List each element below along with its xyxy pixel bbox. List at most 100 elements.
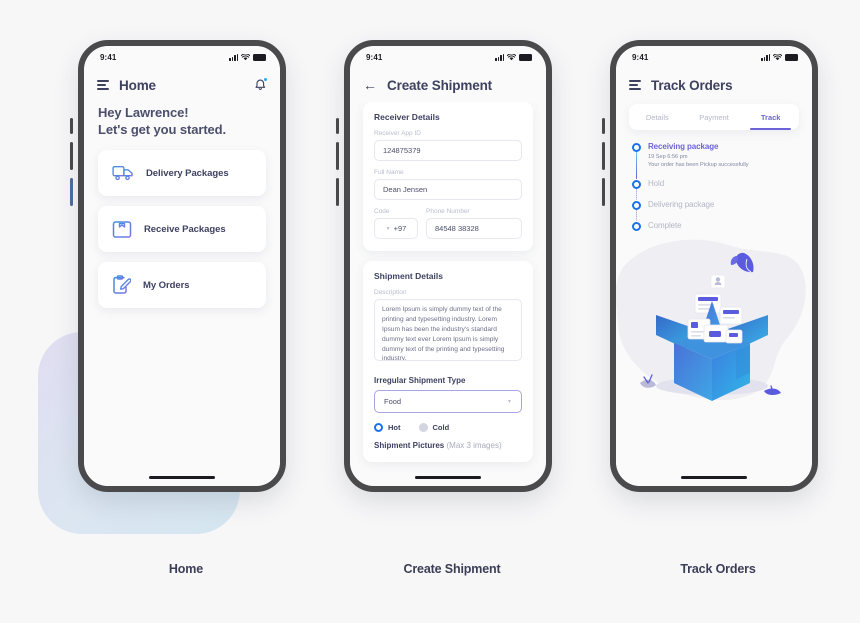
receiver-app-id-input[interactable] <box>374 140 522 161</box>
phone-side-button-mute <box>602 118 605 134</box>
back-arrow-icon[interactable]: ← <box>363 78 377 92</box>
create-shipment-form: Receiver Details Receiver App ID Full Na… <box>350 102 546 486</box>
app-header-create-shipment: ← Create Shipment <box>350 68 546 102</box>
timeline-step-icon <box>632 179 641 189</box>
battery-icon <box>519 53 532 61</box>
notification-badge <box>263 77 268 82</box>
tab-payment[interactable]: Payment <box>686 104 743 130</box>
clipboard-edit-icon <box>113 275 131 295</box>
home-indicator <box>681 476 747 479</box>
shipment-type-select[interactable]: Food ▼ <box>374 390 522 413</box>
signal-bars-icon <box>761 53 770 61</box>
full-name-input[interactable] <box>374 179 522 200</box>
page-title: Create Shipment <box>387 77 493 93</box>
greeting-block: Hey Lawrence! Let's get you started. <box>84 102 280 138</box>
chevron-down-icon: ▼ <box>385 225 391 232</box>
shipment-pictures-label: Shipment Pictures (Max 3 images) <box>374 441 522 450</box>
tab-details[interactable]: Details <box>629 104 686 130</box>
open-package-box-illustration <box>616 231 812 486</box>
phone-side-button-volume-down <box>70 178 73 206</box>
status-bar: 9:41 <box>616 46 812 68</box>
menu-card-label: Receive Packages <box>144 223 226 235</box>
wifi-icon <box>241 53 250 60</box>
menu-card-delivery-packages[interactable]: Delivery Packages <box>98 150 266 197</box>
radio-label-cold: Cold <box>432 423 450 432</box>
chevron-down-icon: ▼ <box>507 398 512 405</box>
greeting-line-1: Hey Lawrence! <box>98 105 189 120</box>
timeline-connector <box>635 152 638 179</box>
caption-create-shipment: Create Shipment <box>403 562 501 576</box>
hamburger-menu-icon[interactable] <box>97 80 109 90</box>
phone-side-button-mute <box>70 118 73 134</box>
app-header-track-orders: Track Orders <box>616 68 812 102</box>
country-code-select[interactable]: ▼ +97 <box>374 218 418 239</box>
phone-side-button-volume-down <box>602 178 605 206</box>
description-textarea[interactable]: Lorem Ipsum is simply dummy text of the … <box>374 299 522 361</box>
hamburger-menu-icon[interactable] <box>629 80 641 90</box>
wifi-icon <box>773 53 782 60</box>
label-irregular-shipment-type: Irregular Shipment Type <box>374 376 466 385</box>
radio-cold[interactable]: Cold <box>418 423 450 432</box>
page-title: Home <box>119 77 156 93</box>
menu-card-receive-packages[interactable]: Receive Packages <box>98 206 266 253</box>
radio-hot[interactable]: Hot <box>374 423 401 432</box>
receiver-details-card: Receiver Details Receiver App ID Full Na… <box>363 102 533 251</box>
shipment-type-value: Food <box>384 397 402 406</box>
package-box-icon <box>112 221 132 238</box>
timeline-step-icon <box>632 143 641 152</box>
timeline-step-icon <box>632 221 641 231</box>
caption-home: Home <box>168 562 204 576</box>
home-indicator <box>149 476 215 479</box>
timeline-title: Delivering package <box>648 199 715 209</box>
timeline-item-receiving-package: Receiving package 19 Sep 6:56 pm Your or… <box>632 142 812 179</box>
home-indicator <box>415 476 481 479</box>
timeline-title: Hold <box>648 178 665 188</box>
timeline-item-hold: Hold <box>632 179 812 200</box>
page-title: Track Orders <box>651 77 733 93</box>
bell-icon[interactable] <box>254 77 268 92</box>
timeline-timestamp: 19 Sep 6:56 pm <box>648 154 688 160</box>
country-code-value: +97 <box>393 224 407 233</box>
pictures-label-hint: (Max 3 images) <box>446 441 502 450</box>
screen-create-shipment: 9:41 ← Create Shipment Receiver Details … <box>350 46 546 486</box>
tracking-timeline: Receiving package 19 Sep 6:56 pm Your or… <box>616 130 812 231</box>
menu-card-label: My Orders <box>143 279 190 291</box>
radio-label-hot: Hot <box>388 423 401 432</box>
screen-home: 9:41 Home Hey Lawrence! Let's get you st… <box>84 46 280 486</box>
timeline-connector <box>636 209 637 221</box>
home-menu-card-list: Delivery Packages Receive Packages My Or… <box>84 138 280 309</box>
timeline-title: Receiving package <box>648 142 719 151</box>
phone-number-input[interactable] <box>426 218 522 239</box>
phone-side-button-volume-up <box>70 142 73 170</box>
app-header-home: Home <box>84 68 280 102</box>
phone-side-button-volume-down <box>336 178 339 206</box>
timeline-item-complete: Complete <box>632 221 812 231</box>
radio-dot-selected <box>374 423 383 432</box>
phone-mockup-stage: 9:41 Home Hey Lawrence! Let's get you st… <box>0 0 860 623</box>
label-full-name: Full Name <box>374 169 404 176</box>
menu-card-label: Delivery Packages <box>146 167 229 179</box>
phone-side-button-volume-up <box>336 142 339 170</box>
timeline-note: Your order has been Pickup successfully <box>648 162 749 169</box>
section-title-receiver-details: Receiver Details <box>374 112 440 122</box>
timeline-step-icon <box>632 200 641 210</box>
battery-icon <box>785 53 798 61</box>
label-receiver-app-id: Receiver App ID <box>374 130 421 137</box>
status-bar-time: 9:41 <box>366 52 383 62</box>
timeline-item-delivering-package: Delivering package <box>632 200 812 221</box>
label-country-code: Code <box>374 208 390 215</box>
tab-track[interactable]: Track <box>742 104 799 130</box>
phone-side-button-mute <box>336 118 339 134</box>
status-bar-time: 9:41 <box>100 52 117 62</box>
timeline-connector <box>636 188 637 200</box>
signal-bars-icon <box>495 53 504 61</box>
screen-track-orders: 9:41 Track Orders Details Payment Track … <box>616 46 812 486</box>
status-bar: 9:41 <box>84 46 280 68</box>
menu-card-my-orders[interactable]: My Orders <box>98 262 266 309</box>
shipment-details-card: Shipment Details Description Lorem Ipsum… <box>363 261 533 462</box>
caption-track-orders: Track Orders <box>680 562 756 576</box>
phone-side-button-volume-up <box>602 142 605 170</box>
wifi-icon <box>507 53 516 60</box>
section-title-shipment-details: Shipment Details <box>374 271 443 281</box>
greeting-line-2: Let's get you started. <box>98 122 227 138</box>
